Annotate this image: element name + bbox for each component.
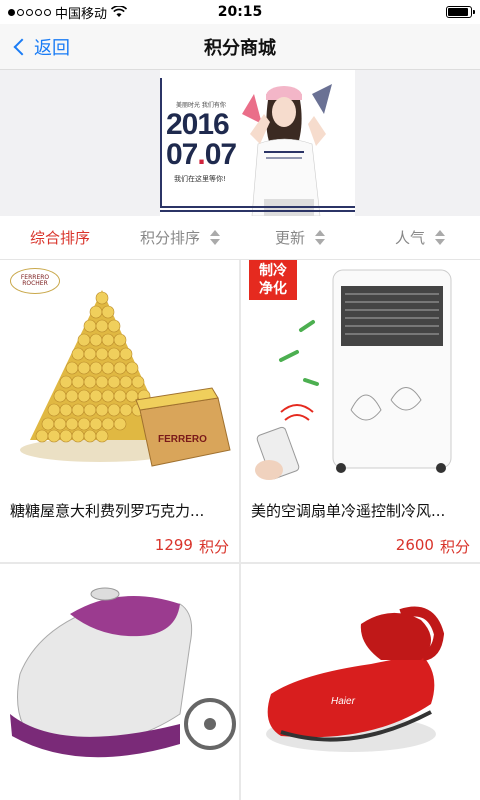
page-title: 积分商城	[204, 37, 276, 59]
sort-bar: 综合排序 积分排序 更新 人气	[0, 216, 480, 260]
sort-comprehensive[interactable]: 综合排序	[0, 216, 120, 259]
product-grid: FERRERO ROCHER FERRERO 糖糖屋意大利费列罗巧克力... 1…	[0, 260, 480, 800]
battery-icon	[446, 6, 475, 18]
product-card[interactable]: FERRERO ROCHER FERRERO 糖糖屋意大利费列罗巧克力... 1…	[0, 260, 239, 562]
banner-subtitle: 我们在这里等你!	[174, 175, 226, 183]
product-image	[0, 564, 239, 800]
status-bar: 中国移动 20:15	[0, 0, 480, 24]
promo-banner[interactable]: 美丽时光 我们有你 2016 07.07 我们在这里等你!	[0, 70, 480, 216]
status-left: 中国移动	[8, 3, 128, 22]
back-label: 返回	[34, 37, 70, 59]
product-card[interactable]: 制冷 净化 美的空调扇单冷遥控制冷风... 2600 积分	[241, 260, 480, 562]
ferrero-logo: FERRERO ROCHER	[10, 268, 60, 294]
garment-steamer-illustration	[10, 587, 236, 758]
product-image: Haier	[241, 564, 480, 800]
product-card[interactable]	[0, 564, 239, 800]
product-image: FERRERO ROCHER FERRERO	[0, 260, 239, 484]
mite-vacuum-illustration: Haier	[266, 606, 445, 752]
chevron-left-icon	[13, 38, 31, 55]
cooling-badge: 制冷 净化	[249, 260, 297, 300]
svg-text:Haier: Haier	[331, 696, 356, 707]
banner-year: 2016	[166, 108, 230, 141]
sort-arrows-icon	[210, 230, 220, 245]
nav-bar: 返回 积分商城	[0, 24, 480, 70]
banner-stripe	[160, 206, 355, 212]
back-button[interactable]: 返回	[12, 34, 70, 60]
product-title: 糖糖屋意大利费列罗巧克力...	[10, 501, 205, 520]
status-time: 20:15	[217, 4, 263, 20]
product-price: 1299 积分	[154, 536, 229, 556]
banner-date: 07.07	[166, 138, 237, 171]
sort-popularity[interactable]: 人气	[360, 216, 480, 259]
model-illustration	[242, 84, 332, 216]
product-title: 美的空调扇单冷遥控制冷风...	[251, 501, 446, 520]
banner-image: 美丽时光 我们有你 2016 07.07 我们在这里等你!	[160, 70, 355, 216]
product-card[interactable]: Haier	[241, 564, 480, 800]
sort-arrows-icon	[315, 230, 325, 245]
product-image: 制冷 净化	[241, 260, 480, 484]
sort-update[interactable]: 更新	[240, 216, 360, 259]
sort-arrows-icon	[435, 230, 445, 245]
banner-frame	[160, 78, 164, 208]
signal-strength-icon	[8, 8, 51, 16]
svg-text:FERRERO: FERRERO	[158, 434, 207, 445]
carrier-label: 中国移动	[55, 6, 108, 22]
wifi-icon	[111, 6, 128, 17]
product-price: 2600 积分	[395, 536, 470, 556]
sort-points[interactable]: 积分排序	[120, 216, 240, 259]
